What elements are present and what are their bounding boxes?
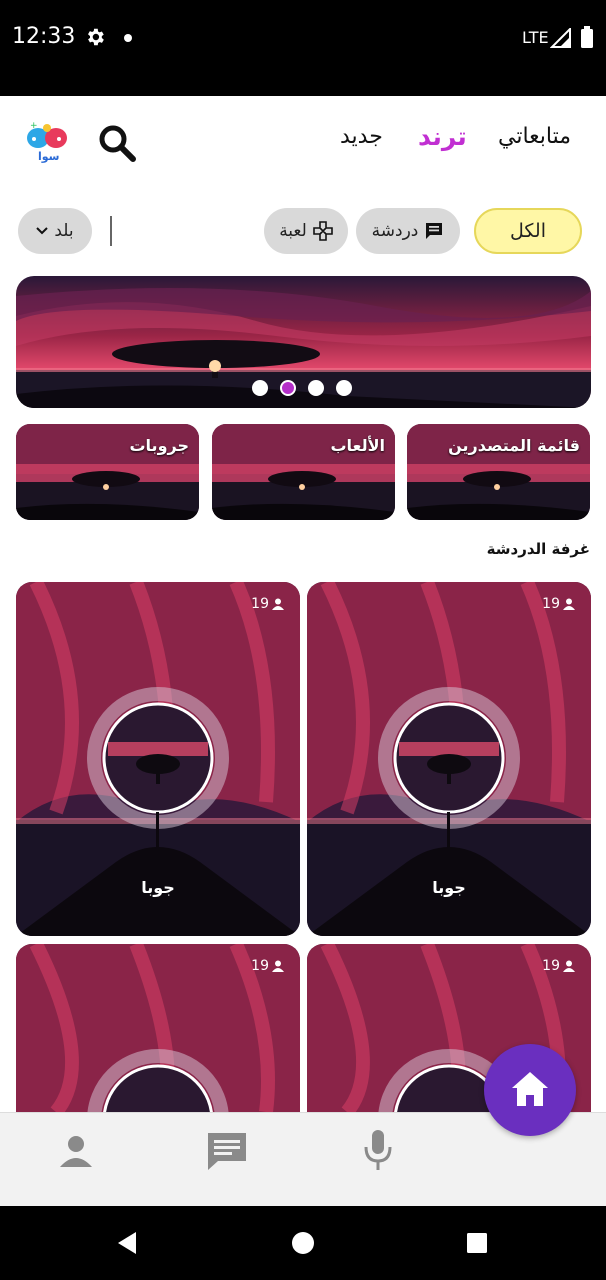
person-icon — [563, 598, 575, 610]
gamepad-icon — [313, 221, 333, 241]
system-navigation-bar — [0, 1206, 606, 1280]
notification-dot — [124, 34, 132, 42]
chat-icon — [426, 223, 443, 239]
filter-chat[interactable]: دردشة — [356, 208, 460, 254]
logo-text: سوا — [38, 150, 60, 163]
page-dot[interactable] — [308, 380, 324, 396]
home-icon — [512, 1072, 548, 1106]
room-card[interactable]: 19 — [16, 944, 300, 1112]
room-card[interactable]: 19 جوبا — [307, 582, 591, 936]
listener-count: 19 — [251, 596, 284, 612]
person-icon — [563, 960, 575, 972]
page-dot[interactable] — [252, 380, 268, 396]
listener-count: 19 — [251, 958, 284, 974]
microphone-icon[interactable] — [362, 1129, 394, 1171]
category-groups[interactable]: جروبات — [16, 424, 199, 520]
section-title: غرفة الدردشة — [486, 540, 590, 558]
profile-icon[interactable] — [58, 1133, 94, 1169]
signal-icon — [550, 28, 571, 48]
category-leaderboard[interactable]: قائمة المتصدرين — [407, 424, 590, 520]
status-time: 12:33 — [12, 24, 76, 49]
banner-pagination — [252, 380, 352, 398]
listener-count: 19 — [542, 596, 575, 612]
search-icon[interactable] — [96, 122, 138, 164]
category-games[interactable]: الألعاب — [212, 424, 395, 520]
filter-game-label: لعبة — [279, 221, 307, 241]
category-label: الألعاب — [330, 436, 385, 455]
count-value: 19 — [251, 596, 269, 612]
listener-count: 19 — [542, 958, 575, 974]
tab-new[interactable]: جديد — [340, 124, 383, 149]
svg-text:+: + — [30, 121, 38, 131]
status-bar: 12:33 LTE — [0, 0, 606, 96]
filter-country-dropdown[interactable]: بلد — [18, 208, 92, 254]
category-label: قائمة المتصدرين — [448, 436, 580, 455]
page-dot-active[interactable] — [280, 380, 296, 396]
messages-icon[interactable] — [206, 1131, 248, 1171]
network-type: LTE — [522, 28, 549, 47]
room-name: جوبا — [432, 878, 466, 897]
count-value: 19 — [251, 958, 269, 974]
back-icon[interactable] — [114, 1230, 140, 1256]
filter-all-label: الكل — [510, 220, 546, 242]
settings-icon — [88, 28, 104, 46]
home-fab-button[interactable] — [484, 1044, 576, 1136]
person-icon — [272, 960, 284, 972]
person-icon — [272, 598, 284, 610]
category-label: جروبات — [129, 436, 189, 455]
filter-all[interactable]: الكل — [474, 208, 582, 254]
tab-following[interactable]: متابعاتي — [498, 124, 571, 149]
app-logo[interactable]: + سوا — [24, 118, 70, 168]
recents-icon[interactable] — [464, 1230, 490, 1256]
filter-game[interactable]: لعبة — [264, 208, 348, 254]
room-name: جوبا — [141, 878, 175, 897]
filter-divider — [110, 216, 112, 246]
room-card[interactable]: 19 جوبا — [16, 582, 300, 936]
count-value: 19 — [542, 958, 560, 974]
tab-trending[interactable]: ترند — [418, 122, 467, 151]
battery-icon — [581, 26, 593, 48]
chevron-down-icon — [36, 227, 49, 235]
home-circle-icon[interactable] — [290, 1230, 316, 1256]
page-dot[interactable] — [336, 380, 352, 396]
count-value: 19 — [542, 596, 560, 612]
filter-country-label: بلد — [54, 221, 74, 241]
filter-chat-label: دردشة — [371, 221, 419, 241]
